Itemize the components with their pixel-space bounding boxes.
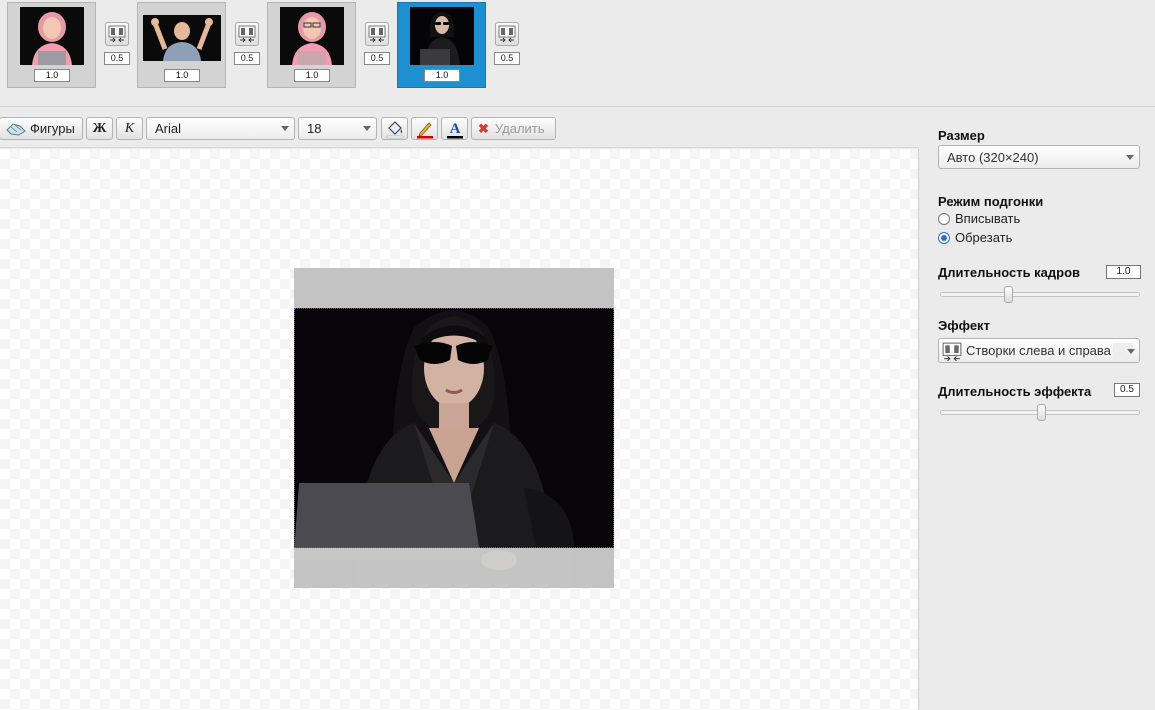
transition-1[interactable]: 0.5 (104, 22, 130, 67)
size-label: Размер (938, 128, 985, 143)
frame-3-card[interactable]: 1.0 (267, 2, 356, 88)
frame-1-duration[interactable]: 1.0 (34, 69, 70, 82)
effect-select[interactable]: Створки слева и справа ( (938, 338, 1140, 363)
fit-option-crop-label: Обрезать (955, 230, 1013, 245)
size-select[interactable]: Авто (320×240) (938, 145, 1140, 169)
text-color-icon: A (446, 121, 463, 138)
transition-1-button[interactable] (105, 22, 129, 46)
frame-4-duration[interactable]: 1.0 (424, 69, 460, 82)
chevron-down-icon (1126, 155, 1134, 160)
frame-duration-label: Длительность кадров (938, 265, 1081, 280)
frame-4-card[interactable]: 1.0 (397, 2, 486, 88)
radio-fit[interactable] (938, 212, 950, 225)
chevron-down-icon (363, 126, 371, 131)
fit-option-fit[interactable]: Вписывать (938, 211, 1020, 226)
settings-panel: Размер Авто (320×240) Режим подгонки Впи… (920, 108, 1155, 710)
frame-4-thumbnail[interactable] (410, 7, 474, 65)
font-size-select[interactable]: 18 (298, 117, 377, 140)
crop-mask-bottom (294, 548, 614, 588)
shapes-label: Фигуры (30, 121, 75, 136)
shapes-icon (6, 122, 26, 136)
transition-2-duration[interactable]: 0.5 (234, 52, 260, 65)
chevron-down-icon (1127, 349, 1135, 354)
fit-option-crop[interactable]: Обрезать (938, 230, 1012, 245)
effect-label: Эффект (938, 318, 990, 333)
svg-text:A: A (449, 121, 460, 137)
transition-4-duration[interactable]: 0.5 (494, 52, 520, 65)
frame-2-card[interactable]: 1.0 (137, 2, 226, 88)
delete-label: Удалить (494, 121, 545, 136)
bold-button[interactable]: Ж (86, 117, 113, 140)
shapes-button[interactable]: Фигуры (0, 117, 83, 140)
frame-duration-slider-handle[interactable] (1004, 286, 1013, 303)
fit-option-fit-label: Вписывать (955, 211, 1021, 226)
frame-2-duration[interactable]: 1.0 (164, 69, 200, 82)
frame-3-duration[interactable]: 1.0 (294, 69, 330, 82)
transition-3-button[interactable] (365, 22, 389, 46)
editor-canvas[interactable] (0, 149, 919, 710)
transition-4[interactable]: 0.5 (494, 22, 520, 67)
delete-button[interactable]: ✖ Удалить (471, 117, 556, 140)
editor-toolbar: Фигуры Ж К Arial 18 A ✖ Удалить (0, 108, 919, 148)
frame-1-card[interactable]: 1.0 (7, 2, 96, 88)
doors-transition-icon (368, 25, 386, 43)
fill-color-button[interactable] (381, 117, 408, 140)
fit-mode-label: Режим подгонки (938, 194, 1044, 209)
crop-mask-top (294, 268, 614, 308)
font-family-select[interactable]: Arial (146, 117, 295, 140)
font-family-value: Arial (155, 121, 182, 136)
transition-2[interactable]: 0.5 (234, 22, 260, 67)
frame-3-thumbnail[interactable] (280, 7, 344, 65)
doors-transition-icon (942, 342, 962, 361)
effect-duration-label: Длительность эффекта (938, 384, 1092, 399)
italic-button[interactable]: К (116, 117, 143, 140)
transition-2-button[interactable] (235, 22, 259, 46)
fill-bucket-icon (386, 120, 403, 138)
radio-crop[interactable] (938, 231, 950, 244)
delete-x-icon: ✖ (478, 120, 489, 136)
doors-transition-icon (498, 25, 516, 43)
frames-timeline: 1.0 0.5 1.0 0.5 1.0 0.5 1.0 0.5 (0, 0, 1155, 107)
font-size-value: 18 (307, 121, 322, 136)
effect-duration-slider[interactable] (940, 404, 1140, 421)
pencil-color-button[interactable] (411, 117, 438, 140)
transition-1-duration[interactable]: 0.5 (104, 52, 130, 65)
pencil-color-icon (416, 121, 433, 138)
frame-1-thumbnail[interactable] (20, 7, 84, 65)
frame-image[interactable] (294, 268, 614, 588)
doors-transition-icon (108, 25, 126, 43)
transition-4-button[interactable] (495, 22, 519, 46)
chevron-down-icon (281, 126, 289, 131)
text-color-button[interactable]: A (441, 117, 468, 140)
effect-duration-input[interactable]: 0.5 (1114, 383, 1140, 397)
effect-value: Створки слева и справа ( (966, 343, 1119, 358)
effect-duration-slider-handle[interactable] (1037, 404, 1046, 421)
transition-3-duration[interactable]: 0.5 (364, 52, 390, 65)
transition-3[interactable]: 0.5 (364, 22, 390, 67)
frame-duration-slider[interactable] (940, 286, 1140, 303)
doors-transition-icon (238, 25, 256, 43)
frame-2-thumbnail[interactable] (143, 15, 221, 61)
frame-duration-input[interactable]: 1.0 (1106, 265, 1141, 279)
crop-area[interactable] (294, 308, 614, 548)
size-value: Авто (320×240) (947, 150, 1039, 165)
